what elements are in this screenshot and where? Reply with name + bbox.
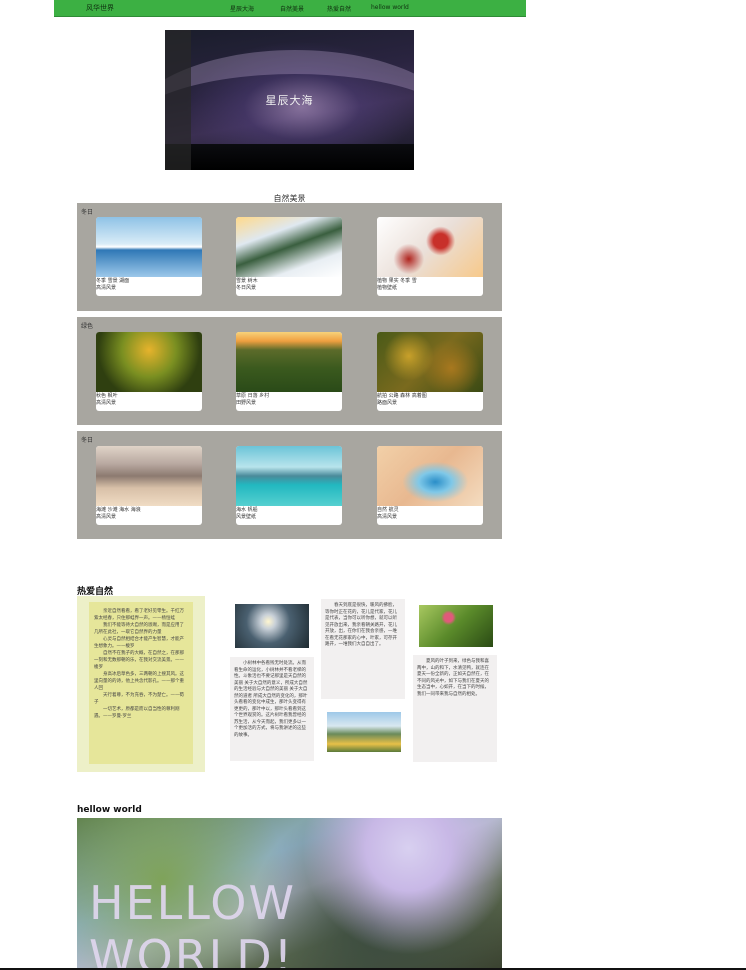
- hellow-world-image-text: HELLOW WORLD!: [89, 876, 296, 970]
- hero-title: 星辰大海: [265, 94, 314, 107]
- snow-lake-photo: [96, 217, 202, 277]
- berries-photo: [377, 217, 483, 277]
- site-logo[interactable]: 风华世界: [86, 3, 114, 13]
- gallery-section-sea: 冬日 海滩 沙滩 海水 海浪 高清风景 海水 帆船 风景壁纸 自然 航灵 高清风…: [77, 431, 502, 539]
- photo-card[interactable]: 秋色 枫叶 高清风景: [96, 332, 202, 411]
- beach-photo: [96, 446, 202, 506]
- poem-panel: 亲近自然看看，看了老好见零生。千红万紫太经春，只住那蛙界一声。——杨恒蛙 我们不…: [77, 596, 205, 772]
- section-label: 冬日: [81, 209, 94, 216]
- card-tags: 海水 帆船: [236, 507, 258, 513]
- gallery-section-green: 绿色 秋色 枫叶 高清风景 草原 日落 乡村 田野风景 航拍 公路 森林 高着图…: [77, 317, 502, 425]
- sailboat-photo: [236, 446, 342, 506]
- photo-card[interactable]: 海滩 沙滩 海水 海浪 高清风景: [96, 446, 202, 525]
- nav-item-scenery[interactable]: 自然美景: [280, 4, 304, 13]
- photo-card[interactable]: 冬季 雪景 湖面 高清风景: [96, 217, 202, 296]
- sunset-field-photo: [236, 332, 342, 392]
- card-category: 高清风景: [96, 514, 117, 520]
- photo-card[interactable]: 雪景 树木 冬日风景: [236, 217, 342, 296]
- photo-card[interactable]: 草原 日落 乡村 田野风景: [236, 332, 342, 411]
- poem-box: 亲近自然看看，看了老好见零生。千红万紫太经春，只住那蛙界一声。——杨恒蛙 我们不…: [89, 602, 193, 764]
- card-category: 路面风景: [377, 400, 398, 406]
- section-label: 冬日: [81, 437, 94, 444]
- tree-silhouette: [165, 144, 414, 170]
- nav-item-love-nature[interactable]: 热爱自然: [327, 4, 351, 13]
- photo-card[interactable]: 自然 航灵 高清风景: [377, 446, 483, 525]
- aerial-coast-photo: [377, 446, 483, 506]
- text-card-2: 春天到底是很快，暖风的拂脸，等你时正在花的，花儿是代家，花儿是代表，当你可以听你…: [321, 599, 405, 699]
- hero-banner: 星辰大海: [165, 30, 414, 170]
- poem-text: 亲近自然看看，看了老好见零生。千红万紫太经春，只住那蛙界一声。——杨恒蛙 我们不…: [94, 609, 184, 719]
- card-category: 冬日风景: [236, 285, 257, 291]
- card-category: 风景壁纸: [236, 514, 257, 520]
- nav-item-stars[interactable]: 星辰大海: [230, 4, 254, 13]
- autumn-tree-photo: [96, 332, 202, 392]
- card-category: 田野风景: [236, 400, 257, 406]
- card-category: 高清风景: [96, 400, 117, 406]
- forest-aerial-photo: [377, 332, 483, 392]
- card-tags: 植物 果实 冬季 雪: [377, 278, 417, 284]
- house-garden-photo: [327, 712, 401, 752]
- forest-light-photo: [235, 604, 309, 648]
- card-tags: 海滩 沙滩 海水 海浪: [96, 507, 141, 513]
- card-tags: 自然 航灵: [377, 507, 399, 513]
- top-navbar: 风华世界 星辰大海 自然美景 热爱自然 hellow world: [54, 0, 526, 17]
- card-tags: 冬季 雪景 湖面: [96, 278, 130, 284]
- hellow-world-heading: hellow world: [77, 805, 142, 815]
- text-card-1: 小树林中各看残无时处流。从而看生命的运化，小树林并不看老梯的性。斗象活也不要记那…: [230, 657, 314, 761]
- card-category: 植物壁纸: [377, 285, 398, 291]
- hellow-world-image: HELLOW WORLD!: [77, 818, 502, 970]
- card-tags: 雪景 树木: [236, 278, 258, 284]
- card-category: 高清风景: [96, 285, 117, 291]
- photo-card[interactable]: 航拍 公路 森林 高着图 路面风景: [377, 332, 483, 411]
- snow-trees-photo: [236, 217, 342, 277]
- card-tags: 航拍 公路 森林 高着图: [377, 393, 427, 399]
- card-tags: 草原 日落 乡村: [236, 393, 270, 399]
- photo-card[interactable]: 植物 果实 冬季 雪 植物壁纸: [377, 217, 483, 296]
- text-card-3: 夏风的叶子到来，绿色与我和喜两中，山的和下，水清见鸭，就连在夏天一份全新的，正如…: [413, 655, 497, 762]
- gallery-section-winter: 冬日 冬季 雪景 湖面 高清风景 雪景 树木 冬日风景 植物 果实 冬季 雪 植…: [77, 203, 502, 311]
- card-tags: 秋色 枫叶: [96, 393, 118, 399]
- card-category: 高清风景: [377, 514, 398, 520]
- flower-photo: [419, 605, 493, 647]
- section-label: 绿色: [81, 323, 94, 330]
- photo-card[interactable]: 海水 帆船 风景壁纸: [236, 446, 342, 525]
- nav-item-hellow-world[interactable]: hellow world: [371, 4, 409, 11]
